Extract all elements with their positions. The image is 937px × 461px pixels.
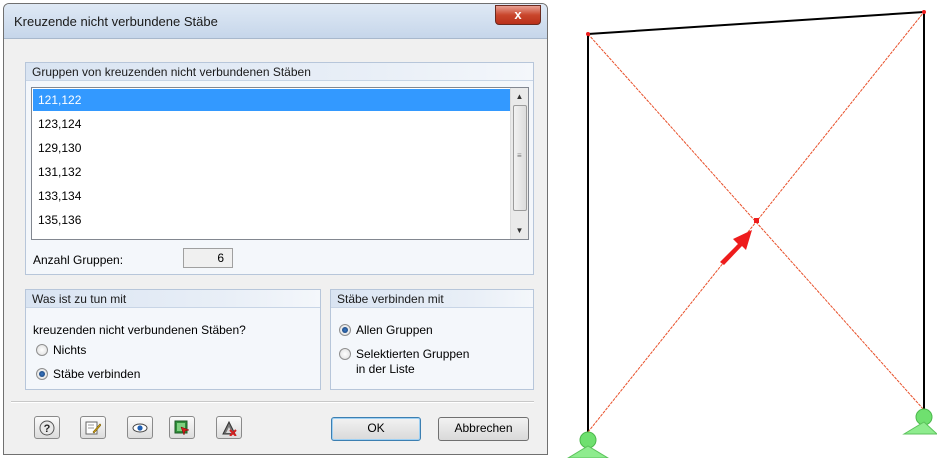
dialog-title: Kreuzende nicht verbundene Stäbe <box>14 14 218 29</box>
footer-separator <box>11 401 534 403</box>
intersection-node[interactable] <box>754 218 759 223</box>
action-question: kreuzenden nicht verbundenen Stäben? <box>33 323 246 337</box>
edit-icon <box>85 421 101 435</box>
group-count-label: Anzahl Gruppen: <box>33 253 124 267</box>
list-item[interactable]: 135,136 <box>33 209 511 231</box>
svg-text:?: ? <box>44 423 51 435</box>
action-section-heading: Was ist zu tun mit <box>32 292 127 306</box>
edit-button[interactable] <box>80 416 106 439</box>
groups-listbox[interactable]: 121,122 123,124 129,130 131,132 133,134 … <box>31 87 529 240</box>
close-button[interactable]: x <box>495 5 541 25</box>
scroll-thumb[interactable]: ≡ <box>513 105 527 211</box>
node-top-left[interactable] <box>586 32 590 36</box>
select-button[interactable] <box>169 416 195 439</box>
radio-connect-members-label: Stäbe verbinden <box>53 367 141 381</box>
radio-icon[interactable] <box>339 348 351 360</box>
title-bar[interactable]: Kreuzende nicht verbundene Stäbe x <box>4 4 547 39</box>
radio-all-groups-label: Allen Gruppen <box>356 323 433 337</box>
list-item[interactable]: 129,130 <box>33 137 511 159</box>
crossing-members-dialog: Kreuzende nicht verbundene Stäbe x Grupp… <box>3 3 548 455</box>
delete-icon <box>222 420 237 436</box>
radio-nothing-label: Nichts <box>53 343 87 357</box>
connect-section: Stäbe verbinden mit Allen Gruppen Selekt… <box>330 289 534 390</box>
radio-selected-groups-label: Selektierten Gruppen <box>356 347 470 361</box>
node-top-right[interactable] <box>922 10 926 14</box>
list-scrollbar[interactable]: ▲ ≡ ▼ <box>510 88 528 239</box>
list-item[interactable]: 123,124 <box>33 113 511 135</box>
view-icon <box>132 423 148 433</box>
support-left[interactable] <box>566 431 610 459</box>
model-view[interactable] <box>560 0 937 459</box>
ok-button[interactable]: OK <box>331 417 421 441</box>
radio-selected-icon[interactable] <box>339 324 351 336</box>
list-item[interactable]: 131,132 <box>33 161 511 183</box>
groups-section-heading: Gruppen von kreuzenden nicht verbundenen… <box>32 65 311 79</box>
list-item[interactable]: 133,134 <box>33 185 511 207</box>
connect-section-heading: Stäbe verbinden mit <box>337 292 444 306</box>
cancel-button[interactable]: Abbrechen <box>438 417 529 441</box>
connect-section-header: Stäbe verbinden mit <box>331 290 533 308</box>
action-section-header: Was ist zu tun mit <box>26 290 320 308</box>
radio-selected-groups-label-line2: in der Liste <box>356 362 415 376</box>
support-right[interactable] <box>902 408 937 435</box>
delete-button[interactable] <box>216 416 242 439</box>
frame-beam-top[interactable] <box>587 11 925 35</box>
help-button[interactable]: ? <box>34 416 60 439</box>
groups-section-header: Gruppen von kreuzenden nicht verbundenen… <box>26 63 533 81</box>
group-count-field: 6 <box>183 248 233 268</box>
action-section: Was ist zu tun mit kreuzenden nicht verb… <box>25 289 321 390</box>
grip-icon: ≡ <box>517 151 522 160</box>
help-icon: ? <box>39 420 55 436</box>
scroll-down-icon[interactable]: ▼ <box>511 222 528 239</box>
list-item[interactable]: 121,122 <box>33 89 511 111</box>
view-button[interactable] <box>127 416 153 439</box>
select-icon <box>174 420 190 436</box>
marker-arrow-icon <box>720 230 752 265</box>
model-view-canvas[interactable] <box>560 0 937 459</box>
scroll-up-icon[interactable]: ▲ <box>511 88 528 105</box>
groups-section: Gruppen von kreuzenden nicht verbundenen… <box>25 62 534 275</box>
close-icon: x <box>514 7 522 22</box>
radio-selected-icon[interactable] <box>36 368 48 380</box>
radio-icon[interactable] <box>36 344 48 356</box>
